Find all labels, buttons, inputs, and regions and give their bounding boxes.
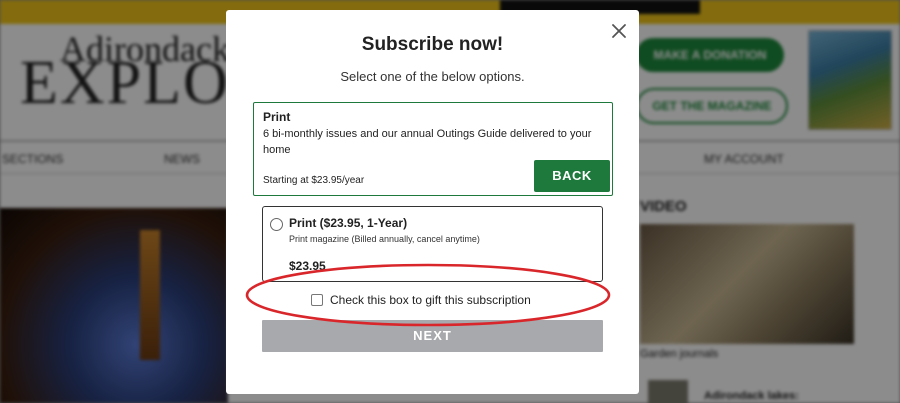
option-price: $23.95 — [289, 259, 326, 273]
back-button[interactable]: BACK — [534, 160, 610, 192]
gift-checkbox[interactable] — [311, 294, 323, 306]
print-plan-description: 6 bi-monthly issues and our annual Outin… — [263, 128, 592, 156]
print-plan-price-note: Starting at $23.95/year — [263, 175, 365, 186]
print-plan-card: Print 6 bi-monthly issues and our annual… — [253, 102, 613, 196]
gift-checkbox-label[interactable]: Check this box to gift this subscription — [330, 293, 531, 307]
subscribe-modal: Subscribe now! Select one of the below o… — [226, 10, 639, 394]
next-button[interactable]: NEXT — [262, 320, 603, 352]
option-title: Print ($23.95, 1-Year) — [289, 216, 408, 230]
subscription-option-card[interactable]: Print ($23.95, 1-Year) Print magazine (B… — [262, 206, 603, 282]
print-plan-title: Print — [263, 110, 291, 124]
modal-subtitle: Select one of the below options. — [340, 69, 525, 84]
option-radio[interactable] — [270, 218, 283, 231]
option-description: Print magazine (Billed annually, cancel … — [289, 234, 480, 244]
modal-title: Subscribe now! — [361, 34, 504, 55]
